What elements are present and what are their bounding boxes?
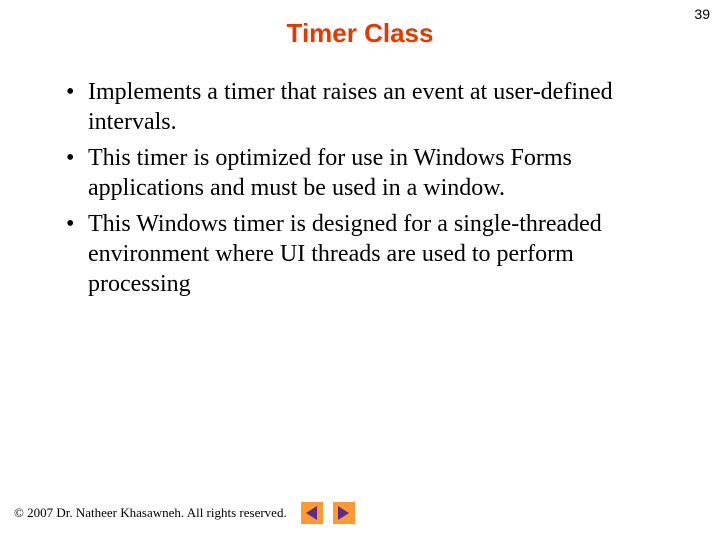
bullet-text: This Windows timer is designed for a sin… (88, 211, 602, 297)
triangle-left-icon (306, 506, 317, 520)
copyright-text: © 2007 Dr. Natheer Khasawneh. All rights… (14, 505, 287, 521)
bullet-text: Implements a timer that raises an event … (88, 79, 613, 135)
list-item: This timer is optimized for use in Windo… (60, 143, 660, 203)
next-button[interactable] (333, 502, 355, 524)
prev-button[interactable] (301, 502, 323, 524)
list-item: Implements a timer that raises an event … (60, 77, 660, 137)
slide-title: Timer Class (0, 0, 720, 49)
bullet-list: Implements a timer that raises an event … (60, 77, 660, 299)
bullet-text: This timer is optimized for use in Windo… (88, 145, 572, 201)
page-number: 39 (694, 6, 710, 22)
footer: © 2007 Dr. Natheer Khasawneh. All rights… (14, 502, 355, 524)
nav-buttons (301, 502, 355, 524)
slide: 39 Timer Class Implements a timer that r… (0, 0, 720, 540)
list-item: This Windows timer is designed for a sin… (60, 209, 660, 299)
slide-body: Implements a timer that raises an event … (60, 77, 660, 299)
triangle-right-icon (338, 506, 349, 520)
